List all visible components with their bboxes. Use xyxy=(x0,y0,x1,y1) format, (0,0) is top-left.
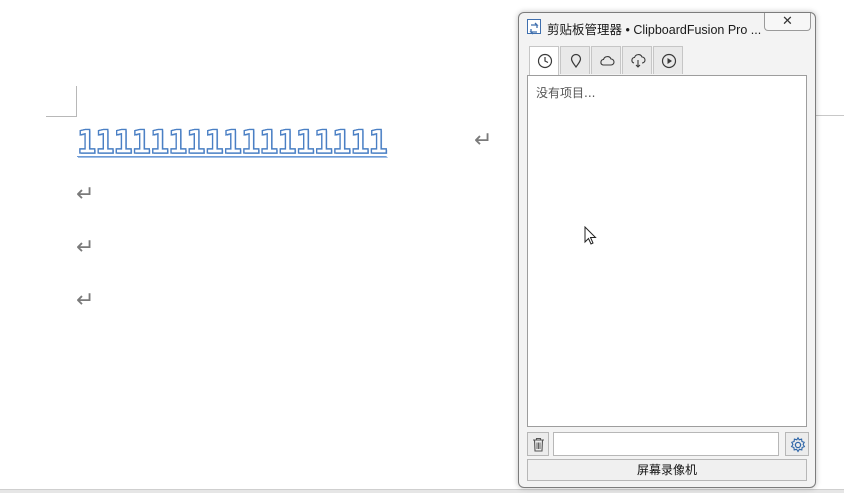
clipboardfusion-app-icon xyxy=(527,19,541,35)
cloud-icon xyxy=(600,56,615,66)
settings-button[interactable] xyxy=(785,432,809,456)
tab-cloud[interactable] xyxy=(591,46,621,74)
screen-recorder-label: 屏幕录像机 xyxy=(636,463,697,477)
tab-cloud-sync[interactable] xyxy=(622,46,652,74)
bottom-toolbar xyxy=(527,432,809,456)
window-title: 剪贴板管理器 • ClipboardFusion Pro ... xyxy=(547,23,762,37)
document-text-line[interactable]: 11111111111111111 xyxy=(76,120,388,164)
screen-recorder-button[interactable]: 屏幕录像机 xyxy=(527,459,807,481)
document-bottom-edge xyxy=(0,489,844,493)
close-icon: ✕ xyxy=(782,13,793,28)
close-button[interactable]: ✕ xyxy=(764,13,811,31)
clock-icon xyxy=(537,53,553,69)
pin-icon xyxy=(570,53,582,69)
paragraph-mark-2: ↵ xyxy=(76,182,95,207)
paragraph-mark-4: ↵ xyxy=(76,288,95,313)
clear-history-button[interactable] xyxy=(527,432,549,456)
paragraph-mark-1: ↵ xyxy=(474,128,493,153)
clipboard-manager-window: 剪贴板管理器 • ClipboardFusion Pro ... ✕ 没有项目.… xyxy=(518,12,816,488)
tab-macros[interactable] xyxy=(653,46,683,74)
cloud-download-icon xyxy=(631,54,646,68)
page-corner-mark xyxy=(46,86,77,117)
document-text[interactable]: 11111111111111111 xyxy=(76,122,388,161)
search-input[interactable] xyxy=(553,432,779,456)
window-titlebar[interactable]: 剪贴板管理器 • ClipboardFusion Pro ... ✕ xyxy=(519,13,815,41)
empty-list-message: 没有项目... xyxy=(536,86,596,100)
gear-icon xyxy=(790,436,806,453)
clipboard-history-list[interactable]: 没有项目... xyxy=(527,75,807,427)
play-icon xyxy=(661,53,677,69)
tab-history[interactable] xyxy=(529,46,559,76)
tab-pinned[interactable] xyxy=(560,46,590,74)
mouse-cursor-icon xyxy=(584,226,597,245)
trash-icon xyxy=(533,437,544,452)
paragraph-mark-3: ↵ xyxy=(76,235,95,260)
page-edge-line xyxy=(816,115,844,116)
